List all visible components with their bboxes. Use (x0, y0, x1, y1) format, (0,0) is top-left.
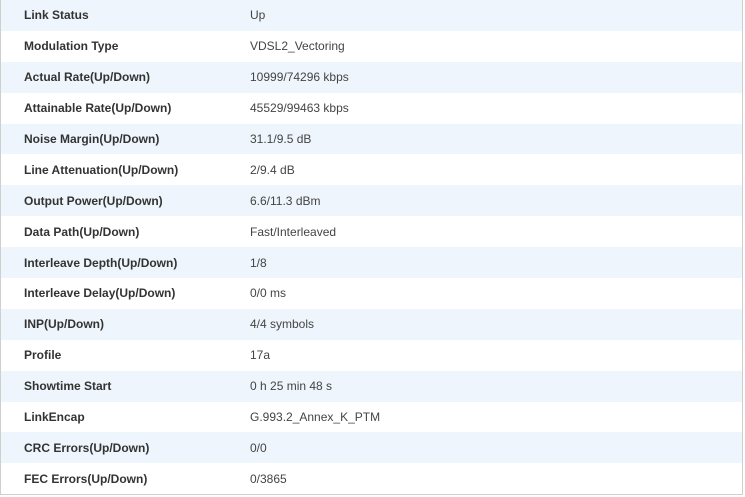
row-label: CRC Errors(Up/Down) (0, 432, 250, 464)
row-value: 0/3865 (250, 463, 743, 495)
row-value: 0/0 (250, 432, 743, 464)
row-value: G.993.2_Annex_K_PTM (250, 401, 743, 433)
row-label: Interleave Delay(Up/Down) (0, 278, 250, 309)
row-value: 0 h 25 min 48 s (250, 370, 743, 402)
table-row-inp: INP(Up/Down) 4/4 symbols (0, 308, 743, 340)
row-value: VDSL2_Vectoring (250, 30, 743, 62)
table-row-interleave-depth: Interleave Depth(Up/Down) 1/8 (0, 247, 743, 279)
row-label: Modulation Type (0, 30, 250, 62)
row-label: Output Power(Up/Down) (0, 185, 250, 217)
table-row-data-path: Data Path(Up/Down) Fast/Interleaved (0, 216, 743, 248)
row-label: Attainable Rate(Up/Down) (0, 92, 250, 124)
row-label: LinkEncap (0, 401, 250, 433)
row-value: 1/8 (250, 247, 743, 279)
row-label: Link Status (0, 0, 250, 31)
row-value: 4/4 symbols (250, 308, 743, 340)
table-row-output-power: Output Power(Up/Down) 6.6/11.3 dBm (0, 185, 743, 217)
table-row-link-encap: LinkEncap G.993.2_Annex_K_PTM (0, 401, 743, 433)
table-row-interleave-delay: Interleave Delay(Up/Down) 0/0 ms (0, 278, 743, 309)
table-row-noise-margin: Noise Margin(Up/Down) 31.1/9.5 dB (0, 123, 743, 155)
row-value: 2/9.4 dB (250, 154, 743, 186)
table-row-profile: Profile 17a (0, 339, 743, 371)
row-label: INP(Up/Down) (0, 308, 250, 340)
row-label: FEC Errors(Up/Down) (0, 463, 250, 495)
row-value: 17a (250, 339, 743, 371)
row-value: 0/0 ms (250, 278, 743, 309)
row-label: Actual Rate(Up/Down) (0, 61, 250, 93)
table-row-actual-rate: Actual Rate(Up/Down) 10999/74296 kbps (0, 61, 743, 93)
row-value: Fast/Interleaved (250, 216, 743, 248)
row-label: Data Path(Up/Down) (0, 216, 250, 248)
table-row-fec-errors: FEC Errors(Up/Down) 0/3865 (0, 463, 743, 495)
row-value: 6.6/11.3 dBm (250, 185, 743, 217)
table-row-showtime-start: Showtime Start 0 h 25 min 48 s (0, 370, 743, 402)
row-label: Line Attenuation(Up/Down) (0, 154, 250, 186)
row-label: Noise Margin(Up/Down) (0, 123, 250, 155)
row-label: Showtime Start (0, 370, 250, 402)
table-row-line-attenuation: Line Attenuation(Up/Down) 2/9.4 dB (0, 154, 743, 186)
dsl-status-rows: Link Status Up Modulation Type VDSL2_Vec… (0, 0, 743, 495)
row-value: 10999/74296 kbps (250, 61, 743, 93)
table-row-crc-errors: CRC Errors(Up/Down) 0/0 (0, 432, 743, 464)
row-label: Interleave Depth(Up/Down) (0, 247, 250, 279)
table-row-modulation-type: Modulation Type VDSL2_Vectoring (0, 30, 743, 62)
row-label: Profile (0, 339, 250, 371)
dsl-status-table: Link Status Up Modulation Type VDSL2_Vec… (0, 0, 743, 496)
row-value: Up (250, 0, 743, 31)
row-value: 31.1/9.5 dB (250, 123, 743, 155)
row-value: 45529/99463 kbps (250, 92, 743, 124)
table-row-link-status: Link Status Up (0, 0, 743, 31)
table-row-attainable-rate: Attainable Rate(Up/Down) 45529/99463 kbp… (0, 92, 743, 124)
